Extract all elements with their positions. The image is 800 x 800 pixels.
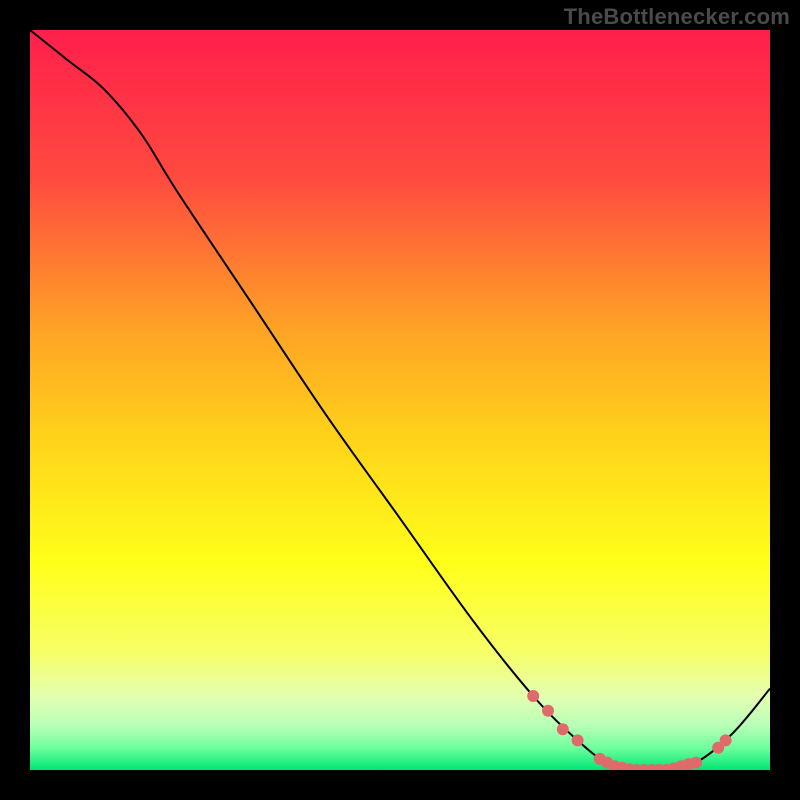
highlight-dot <box>527 690 539 702</box>
highlight-dot <box>720 734 732 746</box>
highlight-dot <box>542 705 554 717</box>
highlight-dot <box>557 723 569 735</box>
attribution-label: TheBottlenecker.com <box>564 4 790 30</box>
bottleneck-chart <box>30 30 770 770</box>
plot-area <box>30 30 770 770</box>
chart-frame: TheBottlenecker.com <box>0 0 800 800</box>
highlight-dot <box>572 734 584 746</box>
gradient-background <box>30 30 770 770</box>
highlight-dot <box>690 757 702 769</box>
